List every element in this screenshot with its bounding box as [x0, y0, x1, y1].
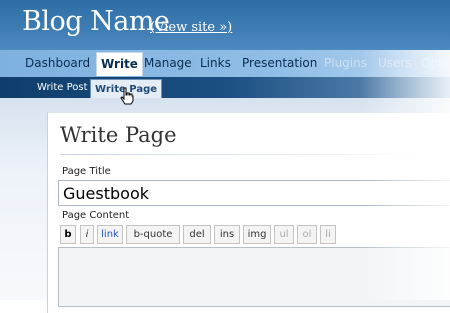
nav-options[interactable]: Options: [421, 50, 450, 77]
ul-button[interactable]: ul: [274, 225, 294, 244]
nav-write[interactable]: Write: [96, 52, 143, 76]
page-title-input[interactable]: [58, 180, 450, 206]
heading-divider: [60, 154, 450, 155]
nav-plugins[interactable]: Plugins: [324, 50, 367, 77]
link-button[interactable]: link: [97, 225, 123, 244]
bold-button[interactable]: b: [60, 225, 76, 244]
subnav-write-post[interactable]: Write Post: [37, 77, 88, 98]
img-button[interactable]: img: [243, 225, 271, 244]
page-content-label: Page Content: [62, 210, 130, 221]
nav-presentation[interactable]: Presentation: [242, 50, 317, 77]
view-site-link[interactable]: (View site »): [150, 20, 232, 35]
italic-button[interactable]: i: [80, 225, 94, 244]
del-button[interactable]: del: [183, 225, 211, 244]
blockquote-button[interactable]: b-quote: [126, 225, 180, 244]
main-nav: Dashboard Write Manage Links Presentatio…: [0, 50, 450, 77]
blog-name: Blog Name: [22, 6, 170, 37]
nav-manage[interactable]: Manage: [144, 50, 192, 77]
ins-button[interactable]: ins: [214, 225, 240, 244]
ol-button[interactable]: ol: [297, 225, 317, 244]
sub-nav: Write Post Write Page: [0, 77, 450, 99]
subnav-write-page[interactable]: Write Page: [90, 79, 163, 99]
page-content-editor[interactable]: [58, 247, 450, 307]
nav-links[interactable]: Links: [200, 50, 231, 77]
page-heading: Write Page: [60, 123, 177, 147]
quicktags-toolbar: b i link b-quote del ins img ul ol li: [58, 225, 450, 245]
admin-header: Blog Name (View site »): [0, 0, 450, 50]
page-title-label: Page Title: [62, 166, 111, 177]
li-button[interactable]: li: [320, 225, 336, 244]
nav-users[interactable]: Users: [378, 50, 412, 77]
nav-dashboard[interactable]: Dashboard: [25, 50, 90, 77]
